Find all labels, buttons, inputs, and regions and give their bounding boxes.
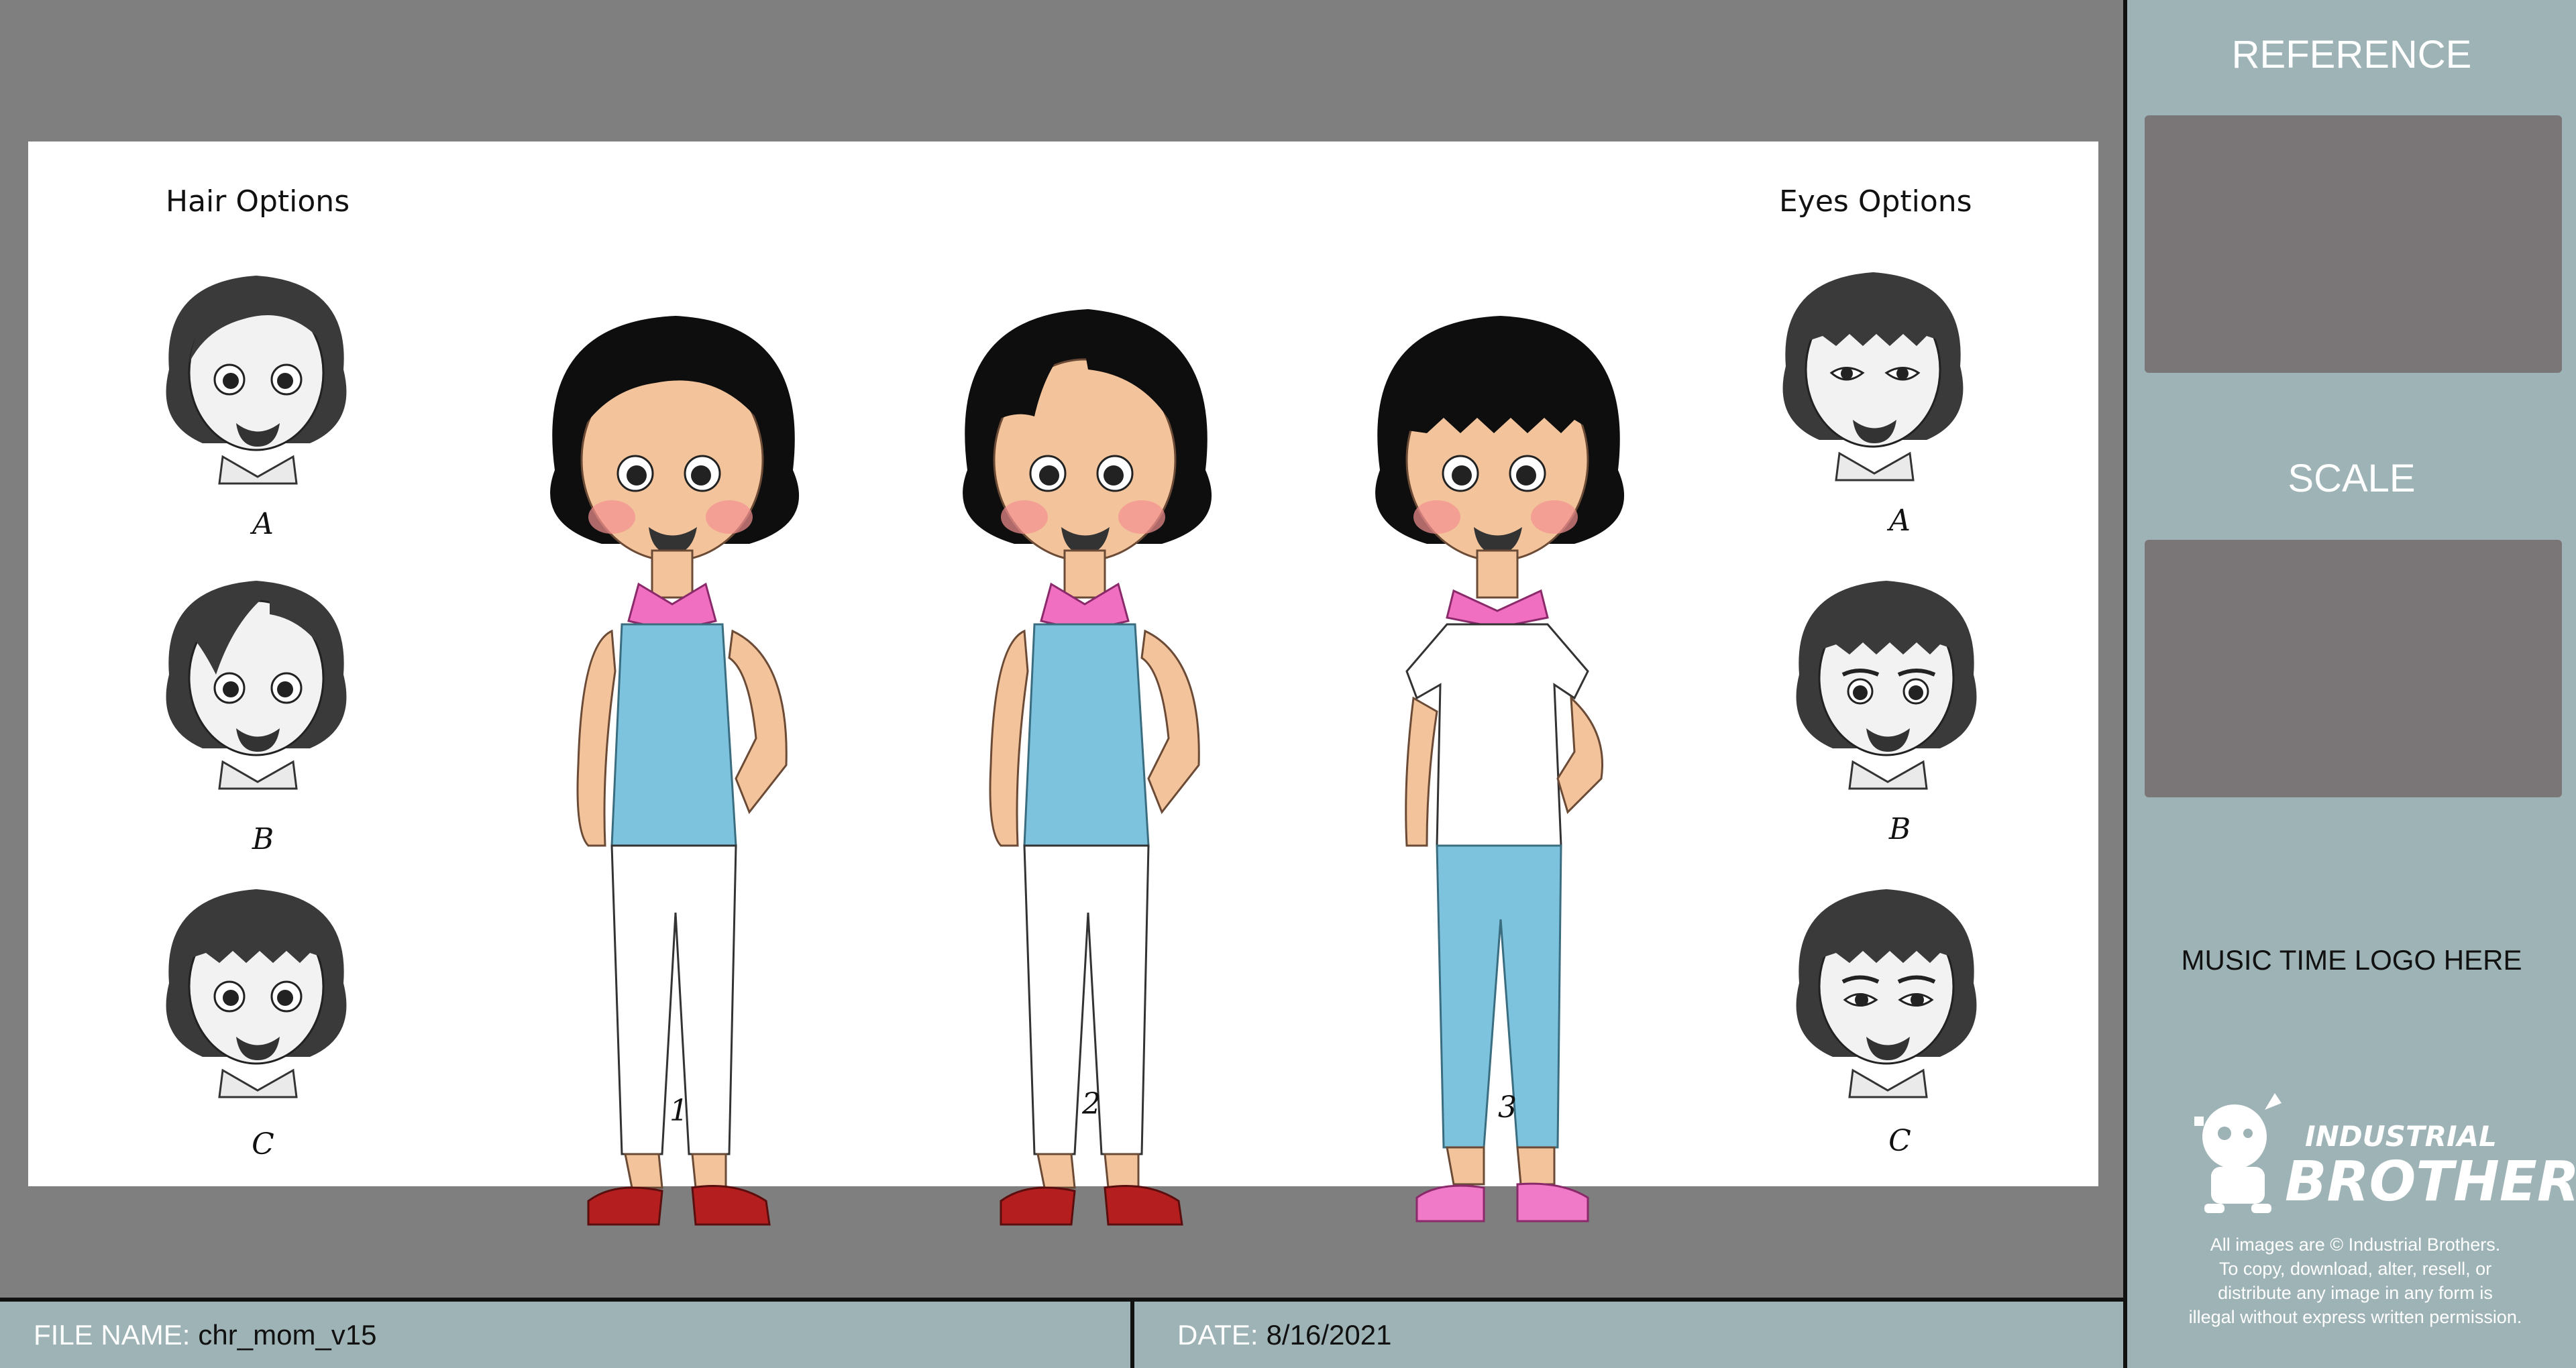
industrial-brothers-logo: INDUSTRIAL BROTHERS: [2188, 1083, 2576, 1217]
canvas-area: Hair Options Eyes Options A B C 1 2 3 A …: [0, 0, 2123, 1298]
eyes-option-c-head: [1796, 889, 1977, 1098]
copyright-line: illegal without express written permissi…: [2188, 1307, 2522, 1327]
hair-label-a: A: [252, 507, 274, 541]
hair-label-c: C: [252, 1127, 274, 1161]
hair-label-b: B: [252, 822, 274, 856]
footer-bar: FILE NAME: chr_mom_v15 DATE: 8/16/2021: [0, 1298, 2123, 1368]
hair-option-a-head: [166, 276, 347, 485]
brand-line-2: BROTHERS: [2285, 1150, 2576, 1214]
side-panel: REFERENCE SCALE MUSIC TIME LOGO HERE IND…: [2123, 0, 2576, 1368]
eyes-options-title: Eyes Options: [1779, 184, 1972, 219]
logo-placeholder: MUSIC TIME LOGO HERE: [2181, 944, 2522, 976]
eyes-label-a: A: [1889, 504, 1911, 538]
footer-divider: [1130, 1302, 1134, 1368]
hair-options-title: Hair Options: [166, 184, 350, 219]
figure-label-3: 3: [1498, 1090, 1517, 1125]
art-board: Hair Options Eyes Options A B C 1 2 3 A …: [28, 141, 2098, 1226]
figure-label-1: 1: [669, 1094, 688, 1128]
file-name-label: FILE NAME:: [34, 1318, 191, 1351]
date-value: 8/16/2021: [1266, 1318, 1392, 1351]
hair-option-c-head: [166, 889, 347, 1098]
eyes-label-b: B: [1888, 812, 1911, 846]
reference-image-slot: [2145, 115, 2562, 373]
date-label: DATE:: [1177, 1318, 1258, 1351]
eyes-label-c: C: [1888, 1124, 1911, 1158]
robot-mascot-icon: [2194, 1093, 2282, 1213]
scale-heading: SCALE: [2288, 457, 2416, 500]
scale-image-slot: [2145, 540, 2562, 797]
hair-option-b-head: [166, 581, 347, 790]
copyright-line: distribute any image in any form is: [2218, 1283, 2493, 1303]
eyes-option-a-head: [1782, 272, 1964, 481]
copyright-notice: All images are © Industrial Brothers. To…: [2141, 1233, 2570, 1329]
file-name-value: chr_mom_v15: [198, 1318, 377, 1351]
copyright-line: To copy, download, alter, resell, or: [2218, 1259, 2492, 1279]
figure-label-2: 2: [1082, 1087, 1101, 1121]
date-field: DATE: 8/16/2021: [1177, 1302, 1391, 1368]
copyright-line: All images are © Industrial Brothers.: [2210, 1235, 2501, 1255]
file-name-field: FILE NAME: chr_mom_v15: [34, 1302, 377, 1368]
reference-heading: REFERENCE: [2231, 33, 2472, 76]
brand-line-1: INDUSTRIAL: [2305, 1120, 2497, 1153]
eyes-option-b-head: [1796, 581, 1977, 790]
